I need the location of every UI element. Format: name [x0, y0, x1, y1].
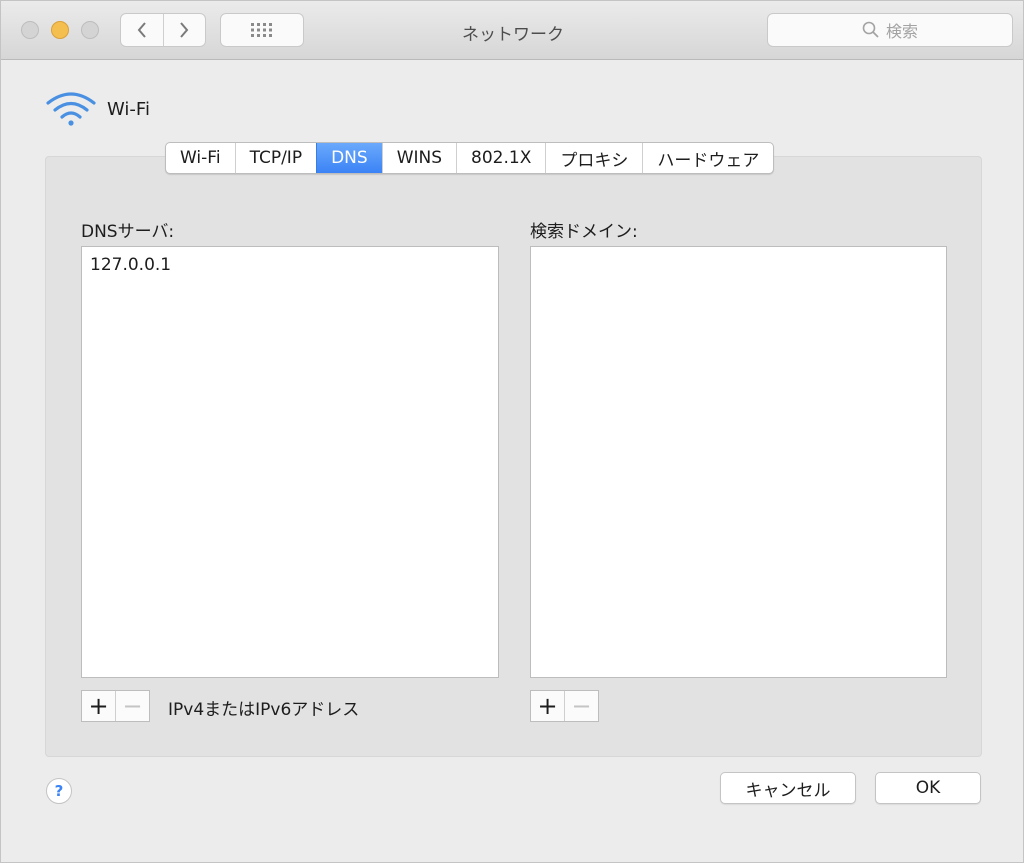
address-hint: IPv4またはIPv6アドレス [168, 700, 360, 720]
add-dns-server-button[interactable]: + [82, 691, 115, 721]
service-title: Wi-Fi [107, 98, 150, 120]
help-button[interactable]: ? [46, 778, 72, 804]
zoom-window-button[interactable] [81, 21, 99, 39]
search-placeholder: 検索 [885, 22, 918, 41]
search-domains-list[interactable] [530, 246, 947, 678]
grid-icon [251, 23, 272, 37]
dns-servers-list[interactable]: 127.0.0.1 [81, 246, 499, 678]
minimize-window-button[interactable] [51, 21, 69, 39]
tab-tcpip[interactable]: TCP/IP [234, 143, 317, 173]
tab-proxy[interactable]: プロキシ [545, 143, 642, 173]
wifi-icon [46, 92, 96, 126]
tab-bar: Wi-Fi TCP/IP DNS WINS 802.1X プロキシ ハードウェア [165, 142, 775, 174]
back-forward-group [120, 13, 206, 47]
tab-wins[interactable]: WINS [381, 143, 456, 173]
domains-add-remove: + − [530, 690, 599, 722]
close-window-button[interactable] [21, 21, 39, 39]
ok-button[interactable]: OK [875, 772, 981, 804]
tab-wifi[interactable]: Wi-Fi [166, 143, 235, 173]
forward-button[interactable] [162, 14, 206, 46]
cancel-button[interactable]: キャンセル [720, 772, 856, 804]
chevron-right-icon [180, 22, 189, 38]
list-item[interactable]: 127.0.0.1 [82, 247, 498, 275]
search-icon [862, 21, 879, 38]
tab-8021x[interactable]: 802.1X [456, 143, 545, 173]
back-button[interactable] [121, 14, 163, 46]
search-domains-label: 検索ドメイン: [530, 222, 638, 242]
add-search-domain-button[interactable]: + [531, 691, 564, 721]
title-bar: ネットワーク 検索 [1, 1, 1023, 60]
network-preferences-window: ネットワーク 検索 Wi-Fi Wi-Fi TCP/IP DNS WINS 80… [0, 0, 1024, 863]
remove-search-domain-button[interactable]: − [564, 691, 598, 721]
search-field[interactable]: 検索 [767, 13, 1013, 47]
remove-dns-server-button[interactable]: − [115, 691, 149, 721]
dns-add-remove: + − [81, 690, 150, 722]
tab-dns[interactable]: DNS [316, 143, 382, 173]
chevron-left-icon [137, 22, 146, 38]
service-header: Wi-Fi [45, 91, 150, 127]
show-all-button[interactable] [220, 13, 304, 47]
content-area: Wi-Fi Wi-Fi TCP/IP DNS WINS 802.1X プロキシ … [19, 63, 1005, 835]
window-title: ネットワーク [462, 25, 564, 45]
dns-servers-label: DNSサーバ: [81, 222, 175, 242]
tab-hardware[interactable]: ハードウェア [642, 143, 773, 173]
